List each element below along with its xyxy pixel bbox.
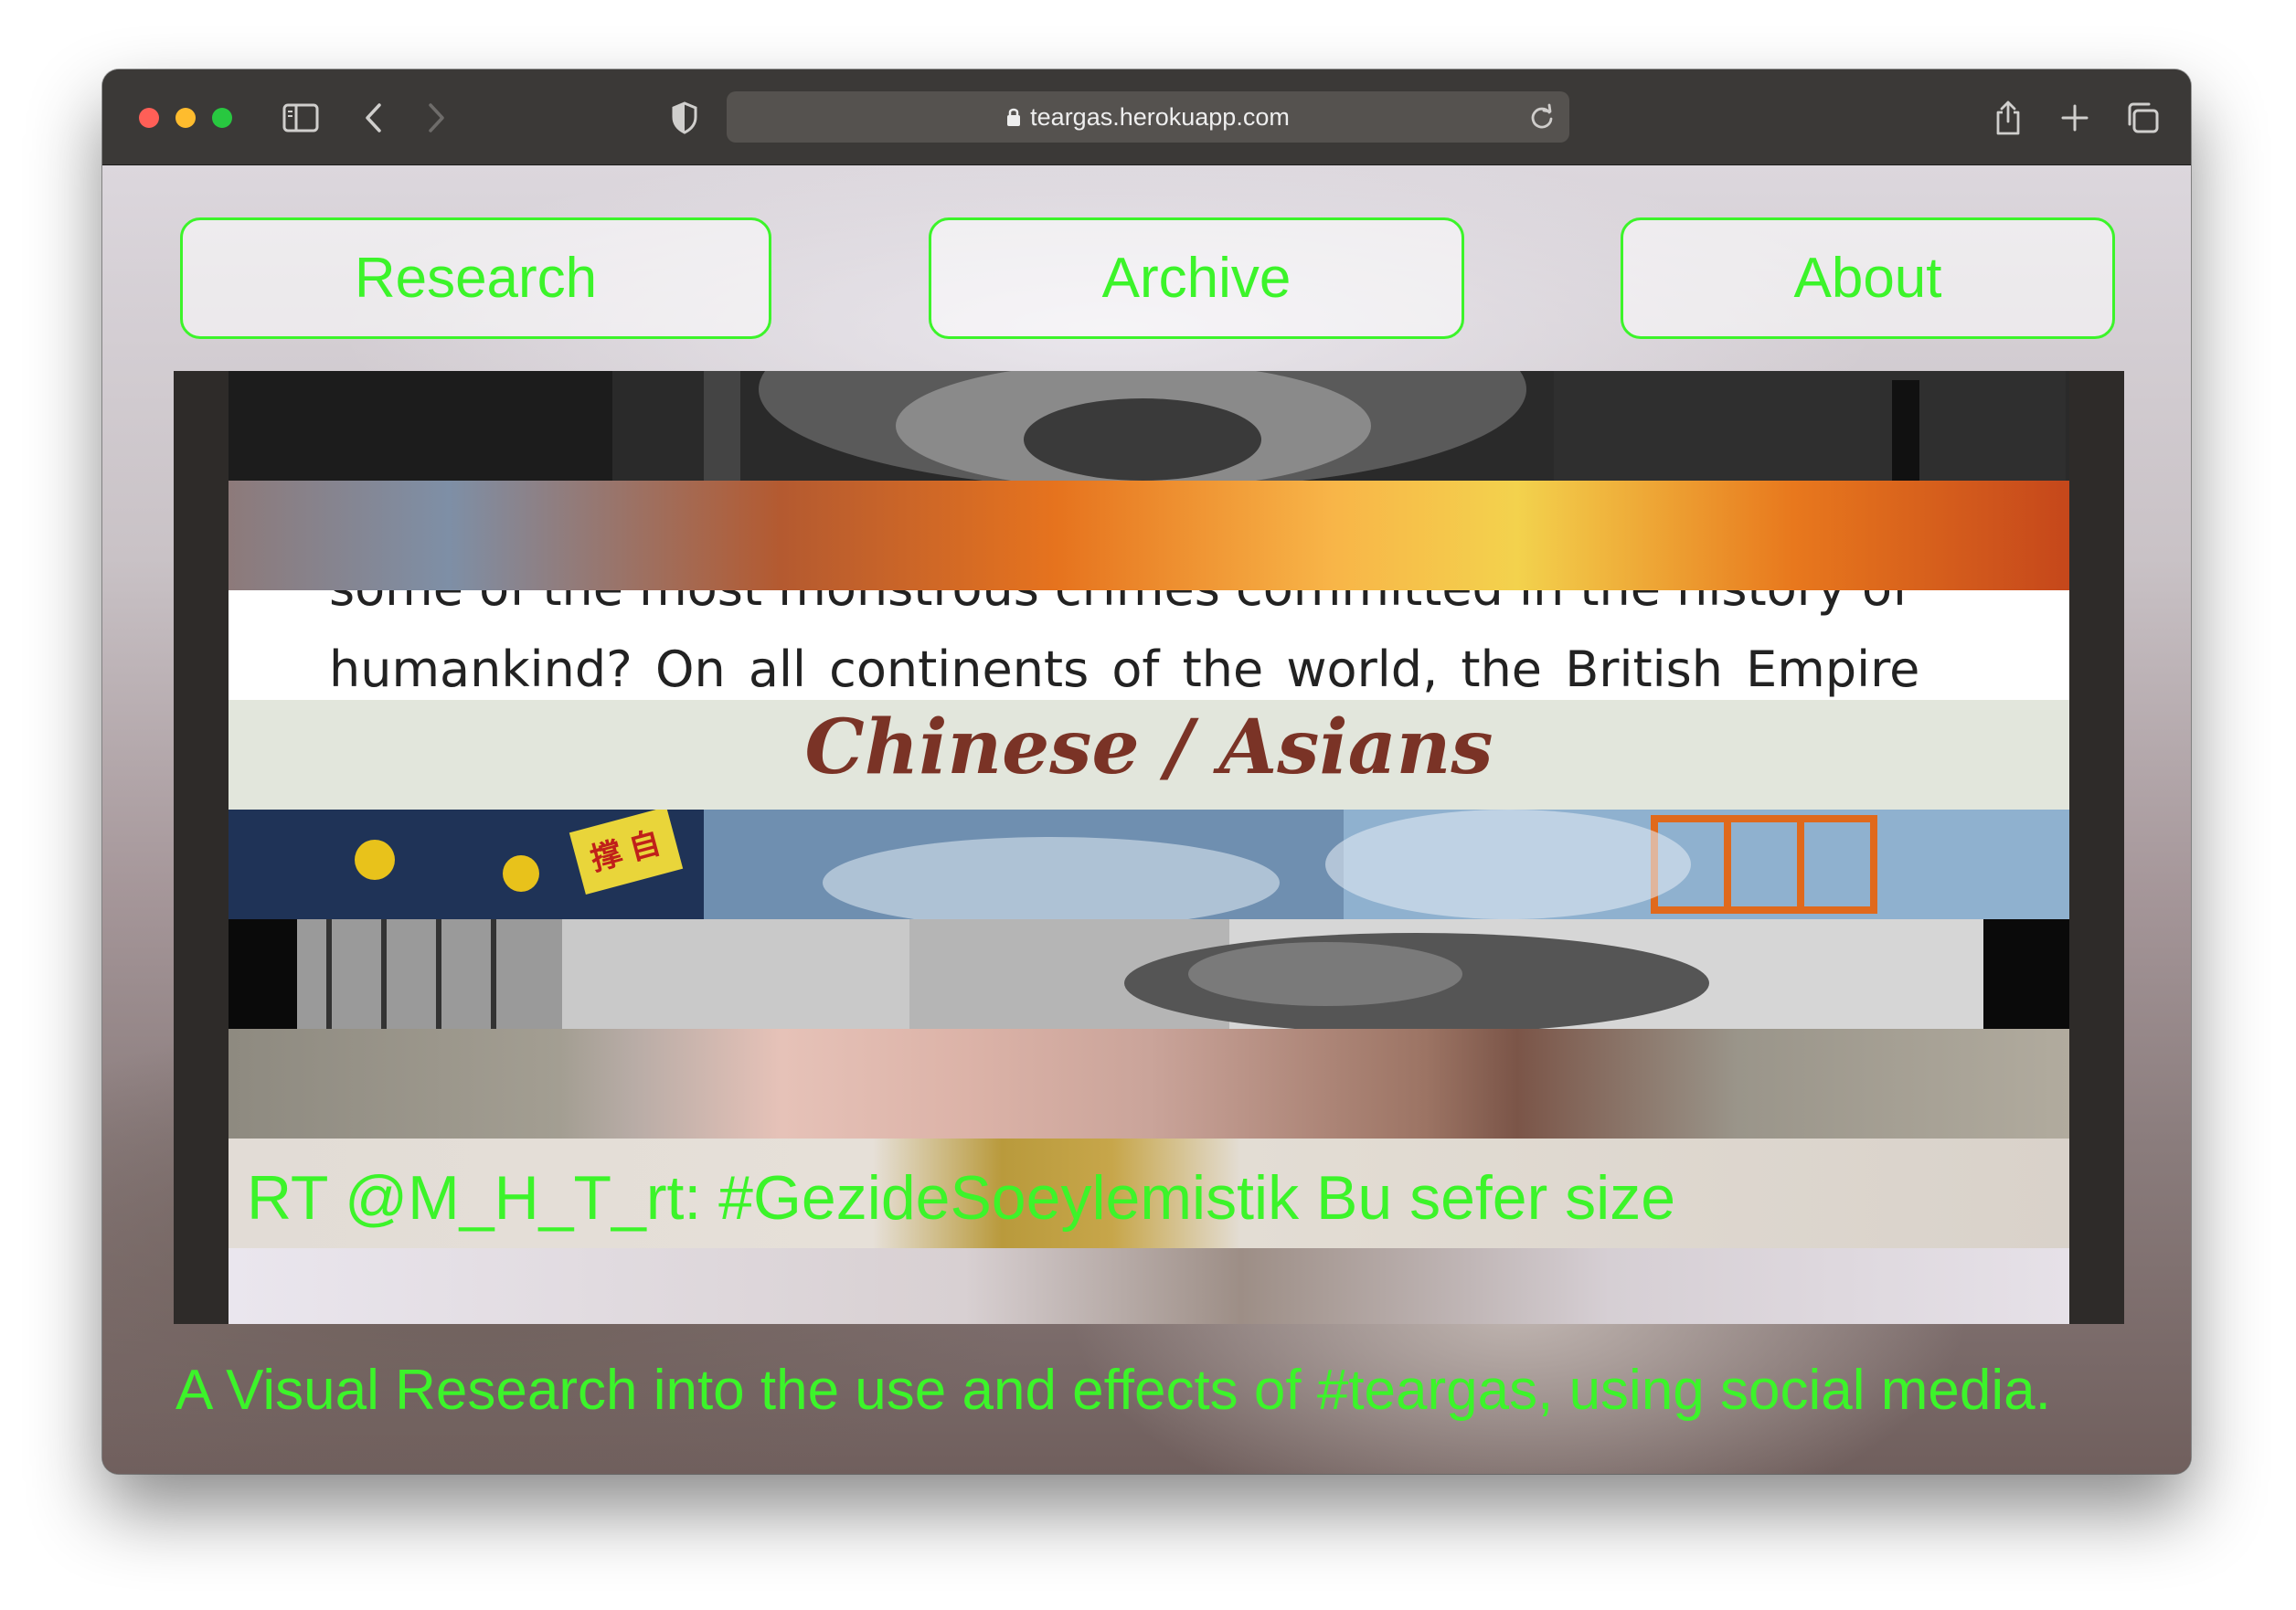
collage-frame: some of the most monstrous crimes commit… (174, 371, 2124, 1324)
sidebar-toggle-icon[interactable] (278, 95, 324, 141)
collage-strip-text: some of the most monstrous crimes commit… (229, 590, 2069, 700)
privacy-shield-icon[interactable] (662, 95, 707, 141)
banner-text: Chinese / Asians (804, 704, 1493, 791)
forward-icon[interactable] (413, 95, 459, 141)
tab-overview-icon[interactable] (2120, 95, 2165, 141)
collage-strip-bottom (229, 1248, 2069, 1324)
zoom-window-button[interactable] (212, 108, 232, 128)
close-window-button[interactable] (139, 108, 159, 128)
address-bar[interactable]: teargas.herokuapp.com (727, 91, 1569, 143)
address-bar-content: teargas.herokuapp.com (727, 91, 1569, 143)
tagline: A Visual Research into the use and effec… (175, 1359, 2051, 1422)
collage-strip-street (229, 919, 2069, 1029)
tweet-text: RT @M_H_T_rt: #GezideSoeylemistik Bu sef… (247, 1163, 1676, 1233)
share-icon[interactable] (1985, 95, 2031, 141)
collage-strip-banner: Chinese / Asians (229, 700, 2069, 810)
page-content: Research Archive About humankind? On all… (102, 165, 2191, 1474)
url-text: teargas.herokuapp.com (1030, 103, 1290, 131)
back-icon[interactable] (351, 95, 397, 141)
collage-strip-protest: 撑 自 (229, 810, 2069, 919)
archive-button[interactable]: Archive (929, 217, 1464, 339)
reload-icon[interactable] (1527, 102, 1557, 132)
lock-icon (1006, 93, 1021, 144)
about-button[interactable]: About (1621, 217, 2115, 339)
browser-toolbar: teargas.herokuapp.com (102, 69, 2191, 165)
text-strip-line-2: humankind? On all continents of the worl… (329, 641, 1920, 698)
collage-strip-hand (229, 1029, 2069, 1139)
collage-strip-fire (229, 481, 2069, 590)
minimize-window-button[interactable] (175, 108, 196, 128)
new-tab-icon[interactable] (2052, 95, 2098, 141)
collage-strip-tweet: RT @M_H_T_rt: #GezideSoeylemistik Bu sef… (229, 1139, 2069, 1248)
browser-window: teargas.herokuapp.com Research Archive A… (102, 69, 2191, 1474)
text-strip-line-1: some of the most monstrous crimes commit… (329, 590, 1909, 617)
research-button[interactable]: Research (180, 217, 771, 339)
collage-strip-gasmask (229, 371, 2069, 481)
